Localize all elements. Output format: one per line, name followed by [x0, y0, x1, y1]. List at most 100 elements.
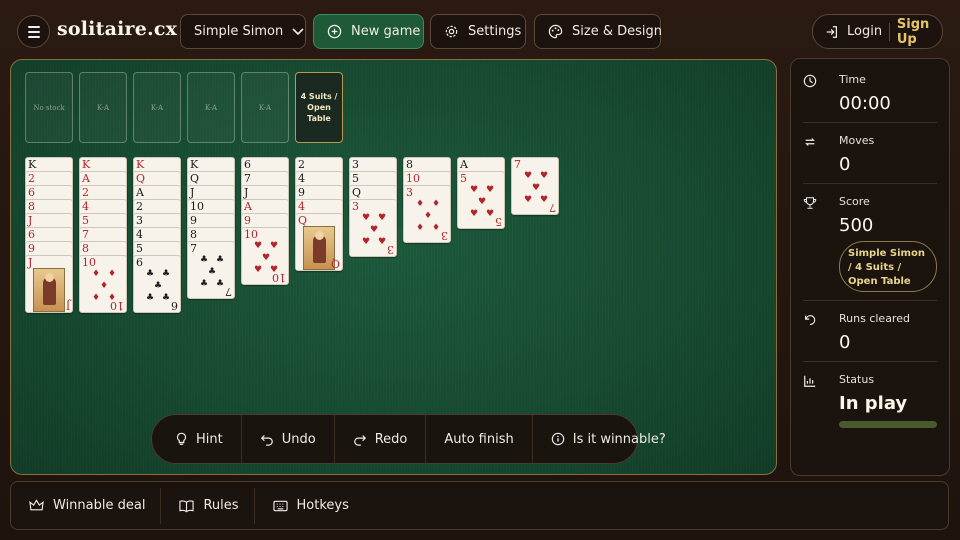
card-rank: K — [136, 158, 145, 171]
card-pip: ♥ — [486, 185, 495, 195]
card-rank: 5 — [82, 214, 89, 227]
new-game-label: New game — [351, 24, 421, 39]
card-rank: 8 — [190, 228, 197, 241]
foundation-slot[interactable]: K-A — [133, 72, 181, 143]
playing-card[interactable]: 5 ♥ ♥ ♥ ♥ ♥ 5 — [457, 171, 505, 229]
repeat-icon — [805, 138, 815, 146]
playing-card[interactable]: 6 ♣ ♣ ♣ ♣ ♣ 6 — [133, 255, 181, 313]
status-value: In play — [839, 393, 908, 414]
card-pip: ♥ — [270, 241, 279, 251]
card-rank: 6 — [244, 158, 251, 171]
card-rank: 5 — [136, 242, 143, 255]
card-pip: ♦ — [100, 281, 109, 291]
card-pip: ♥ — [532, 183, 541, 193]
site-logo[interactable]: solitaire.cx — [57, 18, 177, 40]
trophy-icon — [803, 197, 817, 209]
palette-icon — [548, 24, 563, 39]
game-select-value: Simple Simon — [194, 24, 284, 39]
card-rank: 9 — [28, 242, 35, 255]
card-rank: 3 — [352, 158, 359, 171]
card-rank: 8 — [406, 158, 413, 171]
foundation-slot[interactable]: K-A — [187, 72, 235, 143]
card-rank: 6 — [136, 256, 143, 269]
playing-card[interactable]: QQ — [295, 213, 343, 271]
card-rank: J — [244, 186, 249, 199]
score-stat: Score 500 — [803, 195, 939, 239]
card-pip: ♦ — [416, 199, 425, 209]
playing-card[interactable]: 3 ♦ ♦ ♦ ♦ ♦ 3 — [403, 185, 451, 243]
playing-card[interactable]: 3 ♥ ♥ ♥ ♥ ♥ 3 — [349, 199, 397, 257]
game-select[interactable]: Simple Simon — [180, 14, 306, 49]
card-rank: A — [244, 200, 252, 213]
winnable-deal-button[interactable]: Winnable deal — [11, 487, 162, 524]
auto-finish-button[interactable]: Auto finish — [426, 415, 533, 463]
card-rank: 7 — [190, 242, 197, 255]
card-pip: ♣ — [216, 255, 225, 265]
card-pip: ♦ — [416, 223, 425, 233]
divider — [803, 361, 937, 362]
card-pip: ♥ — [486, 209, 495, 219]
card-pip: ♣ — [216, 279, 225, 289]
card-rank: 3 — [352, 200, 359, 213]
undo-button[interactable]: Undo — [242, 415, 335, 463]
card-pip: ♣ — [146, 293, 155, 303]
playing-card[interactable]: 10 ♦ ♦ ♦ ♦ ♦ 10 — [79, 255, 127, 313]
card-rank: 7 — [244, 172, 251, 185]
card-rank: 3 — [136, 214, 143, 227]
menu-button[interactable] — [17, 15, 50, 48]
foundation-slot[interactable]: K-A — [241, 72, 289, 143]
card-rank: 5 — [460, 172, 467, 185]
login-button[interactable]: Login — [813, 24, 882, 39]
card-rank: 8 — [28, 200, 35, 213]
card-pip: ♣ — [208, 267, 217, 277]
moves-value: 0 — [839, 154, 851, 175]
card-pip: ♣ — [162, 293, 171, 303]
playing-card[interactable]: 7 ♥ ♥ ♥ ♥ ♥ 7 — [511, 157, 559, 215]
settings-label: Settings — [468, 24, 522, 39]
login-icon — [826, 25, 837, 38]
card-rank: A — [82, 172, 90, 185]
card-rank: 2 — [298, 158, 305, 171]
card-rank: 4 — [136, 228, 143, 241]
card-pip: ♦ — [108, 269, 117, 279]
card-rank: J — [190, 186, 195, 199]
info-icon — [551, 432, 564, 446]
time-value: 00:00 — [839, 93, 891, 114]
runs-label: Runs cleared — [839, 312, 910, 325]
score-value: 500 — [839, 215, 874, 236]
auto-finish-label: Auto finish — [444, 431, 514, 447]
rules-button[interactable]: Rules — [161, 487, 255, 524]
card-pip: ♥ — [362, 237, 371, 247]
foundation-slot[interactable]: K-A — [79, 72, 127, 143]
card-rank: 10 — [190, 200, 204, 213]
playing-card[interactable]: JJ — [25, 255, 73, 313]
card-rank-bottom: 7 — [549, 201, 556, 214]
hotkeys-button[interactable]: Hotkeys — [255, 488, 364, 524]
winnable-check-label: Is it winnable? — [572, 431, 666, 447]
size-design-label: Size & Design — [572, 24, 662, 39]
playing-card[interactable]: 10 ♥ ♥ ♥ ♥ ♥ 10 — [241, 227, 289, 285]
game-board: No stock K-A K-A K-A K-A 4 Suits / Open … — [10, 59, 777, 475]
runs-stat: Runs cleared 0 — [803, 312, 939, 356]
progress-bar — [839, 421, 937, 428]
rules-label: Rules — [203, 498, 239, 513]
card-rank: 9 — [244, 214, 251, 227]
hint-button[interactable]: Hint — [152, 415, 242, 463]
card-rank: A — [460, 158, 468, 171]
card-rank: A — [136, 186, 144, 199]
login-label: Login — [847, 24, 883, 39]
card-rank: 10 — [82, 256, 96, 269]
signup-button[interactable]: Sign Up — [897, 17, 942, 47]
card-pip: ♦ — [432, 223, 441, 233]
card-rank: 10 — [244, 228, 258, 241]
card-rank: 9 — [190, 214, 197, 227]
card-pip: ♥ — [370, 225, 379, 235]
new-game-button[interactable]: New game — [313, 14, 424, 49]
winnable-check-button[interactable]: Is it winnable? — [533, 415, 684, 463]
size-design-button[interactable]: Size & Design — [534, 14, 662, 49]
playing-card[interactable]: 7 ♣ ♣ ♣ ♣ ♣ 7 — [187, 241, 235, 299]
settings-button[interactable]: Settings — [430, 14, 526, 49]
card-rank: 5 — [352, 172, 359, 185]
redo-button[interactable]: Redo — [335, 415, 427, 463]
stock-slot[interactable]: No stock — [25, 72, 73, 143]
